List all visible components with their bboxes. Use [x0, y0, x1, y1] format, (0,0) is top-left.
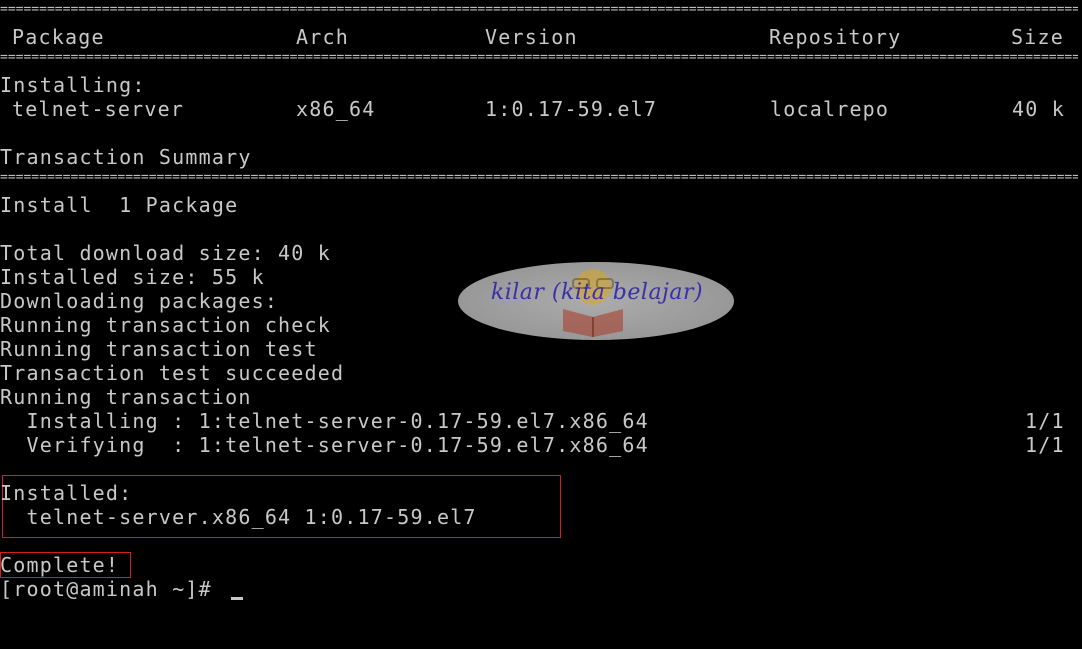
row-size: 40 k	[1012, 97, 1065, 121]
header-repository: Repository	[769, 25, 902, 49]
row-package: telnet-server	[12, 97, 185, 121]
row-version: 1:0.17-59.el7	[485, 97, 658, 121]
row-repository: localrepo	[770, 97, 890, 121]
verifying-step-text: Verifying : 1:telnet-server-0.17-59.el7.…	[0, 433, 649, 457]
log-installed-package: telnet-server.x86_64 1:0.17-59.el7	[0, 505, 477, 529]
row-arch: x86_64	[296, 97, 376, 121]
installing-step-text: Installing : 1:telnet-server-0.17-59.el7…	[0, 409, 649, 433]
log-test-ok: Transaction test succeeded	[0, 361, 345, 385]
terminal-screen[interactable]: ========================================…	[0, 0, 1082, 602]
log-running: Running transaction	[0, 385, 252, 409]
header-arch: Arch	[296, 25, 349, 49]
log-verifying-step: Verifying : 1:telnet-server-0.17-59.el7.…	[0, 433, 1080, 457]
installing-label: Installing:	[0, 73, 146, 97]
prompt-text: [root@aminah ~]#	[0, 577, 226, 601]
log-total-download: Total download size: 40 k	[0, 241, 332, 265]
summary-title: Transaction Summary	[0, 145, 252, 169]
separator-line: ========================================…	[0, 54, 1078, 65]
watermark-text: kilar (kita belajar)	[490, 280, 704, 305]
table-row: telnet-server x86_64 1:0.17-59.el7 local…	[0, 97, 1080, 121]
summary-install-line: Install 1 Package	[0, 193, 239, 217]
log-installed-label: Installed:	[0, 481, 133, 505]
header-version: Version	[485, 25, 578, 49]
log-test: Running transaction test	[0, 337, 318, 361]
header-size: Size	[1011, 25, 1064, 49]
separator-line: ========================================…	[0, 174, 1078, 185]
log-installing-step: Installing : 1:telnet-server-0.17-59.el7…	[0, 409, 1080, 433]
text-cursor	[231, 597, 243, 600]
header-package: Package	[12, 25, 105, 49]
log-complete: Complete!	[0, 553, 120, 577]
separator-line: ========================================…	[0, 6, 1078, 17]
verifying-step-count: 1/1	[1025, 433, 1065, 457]
shell-prompt[interactable]: [root@aminah ~]#	[0, 577, 1080, 601]
installing-step-count: 1/1	[1025, 409, 1065, 433]
table-header-row: Package Arch Version Repository Size	[0, 25, 1080, 49]
